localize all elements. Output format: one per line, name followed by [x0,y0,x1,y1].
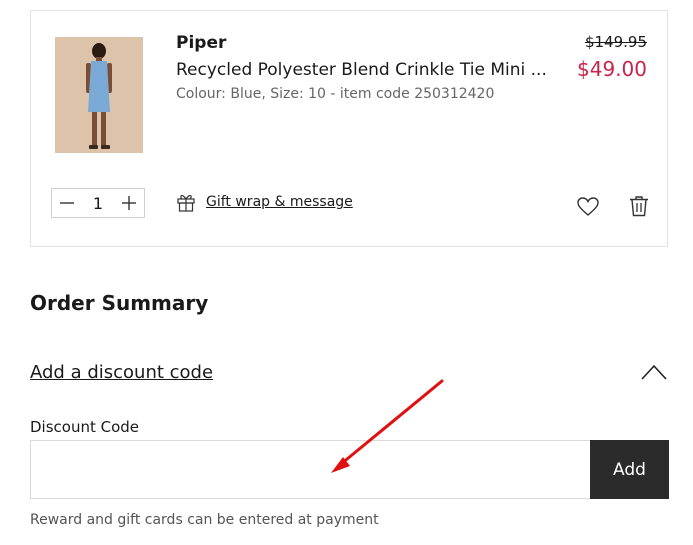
discount-code-toggle[interactable]: Add a discount code [30,362,213,383]
product-details: Colour: Blue, Size: 10 - item code 25031… [176,86,495,102]
payment-note: Reward and gift cards can be entered at … [30,512,379,528]
quantity-value[interactable]: 1 [82,194,114,213]
heart-icon [577,197,599,216]
quantity-stepper: 1 [51,188,145,218]
product-title[interactable]: Recycled Polyester Blend Crinkle Tie Min… [176,60,551,80]
original-price: $149.95 [584,33,647,51]
trash-icon [630,196,648,217]
gift-icon [177,194,195,212]
increase-quantity-button[interactable] [114,189,144,217]
remove-item-button[interactable] [628,195,650,221]
gift-wrap-link[interactable]: Gift wrap & message [176,192,353,212]
decrease-quantity-button[interactable] [52,189,82,217]
product-image[interactable] [55,37,143,153]
product-brand: Piper [176,33,227,53]
minus-icon [60,202,74,204]
sale-price: $49.00 [577,57,647,81]
collapse-discount-button[interactable] [641,364,667,384]
cart-item-card: Piper Recycled Polyester Blend Crinkle T… [30,10,668,247]
gift-wrap-label[interactable]: Gift wrap & message [206,194,353,210]
discount-code-input[interactable] [30,440,590,499]
plus-icon [122,196,136,210]
add-discount-button[interactable]: Add [590,440,669,499]
chevron-up-icon [641,364,667,380]
wishlist-button[interactable] [577,197,599,221]
product-photo [55,37,143,153]
order-summary-title: Order Summary [30,291,209,315]
discount-code-label: Discount Code [30,418,140,436]
